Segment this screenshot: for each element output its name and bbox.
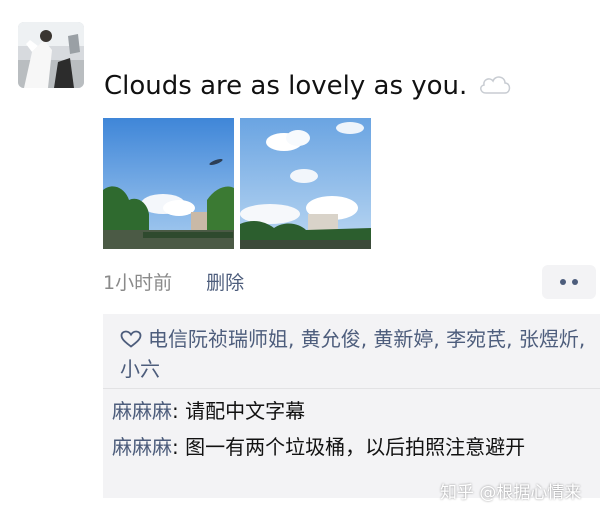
comment-text: 图一有两个垃圾桶，以后拍照注意避开 (185, 435, 526, 459)
more-options-button[interactable] (542, 265, 596, 299)
watermark: 知乎 @根据心情来 (440, 483, 582, 503)
delete-button[interactable]: 删除 (206, 272, 244, 294)
post-meta-row: 1小时前 删除 (103, 268, 244, 295)
post-photo-1[interactable] (103, 118, 234, 249)
divider (103, 388, 600, 389)
likes-names[interactable]: 电信阮祯瑞师姐, 黄允俊, 黄新婷, 李宛芪, 张煜炘, 小六 (120, 327, 585, 381)
comment-author[interactable]: 麻麻麻 (112, 399, 172, 423)
post-text-content: Clouds are as lovely as you. (104, 71, 468, 101)
likes-list: 电信阮祯瑞师姐, 黄允俊, 黄新婷, 李宛芪, 张煜炘, 小六 (120, 324, 588, 384)
comment-separator: : (172, 435, 186, 459)
post-text: Clouds are as lovely as you. (104, 66, 512, 107)
more-dots-icon (572, 279, 578, 285)
comment-item[interactable]: 麻麻麻: 请配中文字幕 (112, 396, 592, 426)
comment-separator: : (172, 399, 186, 423)
comment-item[interactable]: 麻麻麻: 图一有两个垃圾桶，以后拍照注意避开 (112, 432, 592, 462)
likes-comments-panel: 电信阮祯瑞师姐, 黄允俊, 黄新婷, 李宛芪, 张煜炘, 小六 麻麻麻: 请配中… (103, 314, 600, 498)
avatar[interactable] (18, 22, 84, 88)
post-photo-2[interactable] (240, 118, 371, 249)
heart-outline-icon (120, 326, 142, 348)
post-timestamp: 1小时前 (103, 272, 173, 294)
more-dots-icon (560, 279, 566, 285)
cloud-icon (478, 67, 512, 107)
comment-author[interactable]: 麻麻麻 (112, 435, 172, 459)
comment-text: 请配中文字幕 (185, 399, 306, 423)
